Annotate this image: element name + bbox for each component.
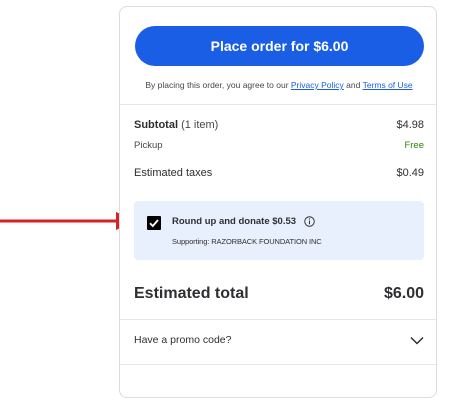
subtotal-value: $4.98 <box>396 119 424 131</box>
pickup-label: Pickup <box>134 140 163 151</box>
donation-title: Round up and donate $0.53 <box>172 216 315 227</box>
chevron-down-icon <box>410 336 424 345</box>
donate-checkbox[interactable] <box>147 216 161 230</box>
terms-of-use-link[interactable]: Terms of Use <box>363 80 413 90</box>
estimated-total-label: Estimated total <box>134 285 249 302</box>
taxes-label: Estimated taxes <box>134 167 213 179</box>
promo-code-label: Have a promo code? <box>134 334 232 346</box>
divider <box>120 104 436 105</box>
taxes-row: Estimated taxes $0.49 <box>134 167 424 179</box>
pickup-row: Pickup Free <box>134 140 424 151</box>
subtotal-label: Subtotal (1 item) <box>134 119 219 131</box>
divider <box>120 364 436 365</box>
legal-prefix: By placing this order, you agree to our <box>145 80 291 90</box>
taxes-value: $0.49 <box>396 167 424 179</box>
subtotal-item-count: (1 item) <box>181 119 219 131</box>
divider <box>120 319 436 320</box>
privacy-policy-link[interactable]: Privacy Policy <box>291 80 344 90</box>
info-icon[interactable] <box>304 216 315 227</box>
checkout-summary-card: Place order for $6.00 By placing this or… <box>119 6 437 398</box>
legal-conjunction: and <box>343 80 363 90</box>
legal-disclaimer: By placing this order, you agree to our … <box>120 80 438 90</box>
subtotal-row: Subtotal (1 item) $4.98 <box>134 119 424 131</box>
donation-title-text: Round up and donate $0.53 <box>172 216 297 227</box>
estimated-total-row: Estimated total $6.00 <box>134 285 424 303</box>
place-order-button[interactable]: Place order for $6.00 <box>135 26 424 66</box>
promo-code-toggle[interactable]: Have a promo code? <box>134 334 424 346</box>
checkmark-icon <box>149 219 159 228</box>
estimated-total-value: $6.00 <box>383 285 424 302</box>
round-up-donation-box: Round up and donate $0.53 Supporting: RA… <box>134 201 424 260</box>
pickup-value: Free <box>404 140 424 151</box>
donation-supporting-text: Supporting: RAZORBACK FOUNDATION INC <box>172 237 322 246</box>
